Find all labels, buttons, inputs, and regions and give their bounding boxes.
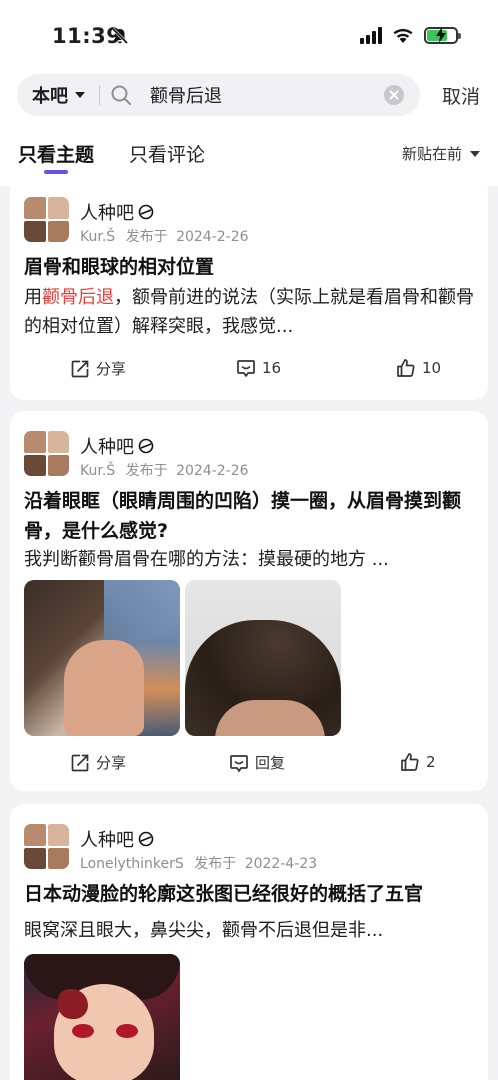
post-excerpt[interactable]: 用颧骨后退，额骨前进的说法（实际上就是看眉骨和颧骨的相对位置）解释突眼，我感觉.… [24, 283, 474, 341]
comment-icon [237, 360, 255, 377]
image-right-eye [116, 1024, 138, 1038]
forum-avatar[interactable] [24, 431, 69, 476]
battery-icon [424, 27, 461, 44]
excerpt-prefix: 用 [24, 287, 42, 308]
top-bar: 11:39 本吧 颧骨后退 取消 只看主题 只看评论 新贴在前 [0, 0, 498, 186]
tab-topics-only[interactable]: 只看主题 [18, 140, 94, 167]
bell-off-icon [111, 27, 129, 45]
forum-name[interactable]: 人种吧 [80, 199, 154, 225]
sort-label: 新贴在前 [401, 145, 462, 163]
search-divider [99, 85, 100, 105]
post-title[interactable]: 眉骨和眼球的相对位置 [24, 252, 474, 282]
post-title[interactable]: 沿着眼眶（眼睛周围的凹陷）摸一圈，从眉骨摸到颧骨，是什么感觉? [24, 486, 474, 546]
post-image[interactable] [185, 580, 341, 736]
image-scar [58, 989, 88, 1019]
post-card[interactable]: 人种吧 Kur.Š 发布于 2024-2-26 眉骨和眼球的相对位置 用颧骨后退… [10, 177, 488, 400]
posted-label: 发布于 [125, 463, 168, 479]
post-author[interactable]: Kur.Š [80, 229, 115, 245]
cancel-button[interactable]: 取消 [442, 82, 480, 109]
thumbs-up-icon [397, 359, 415, 377]
reply-label: 回复 [255, 754, 286, 772]
search-scope-label: 本吧 [32, 86, 68, 107]
image-left-eye [72, 1024, 94, 1038]
status-icons [360, 27, 461, 44]
wifi-icon [393, 28, 413, 43]
post-excerpt[interactable]: 眼窝深且眼大，鼻尖尖，颧骨不后退但是非... [24, 916, 474, 945]
like-count: 10 [422, 359, 442, 377]
post-excerpt[interactable]: 我判断颧骨眉骨在哪的方法：摸最硬的地方 ... [24, 545, 474, 574]
post-image[interactable] [24, 580, 180, 736]
share-label: 分享 [96, 754, 127, 772]
forum-avatar[interactable] [24, 824, 69, 869]
search-input[interactable]: 颧骨后退 [150, 82, 384, 108]
status-bar: 11:39 [0, 0, 498, 74]
post-author[interactable]: LonelythinkerS [80, 856, 184, 872]
forum-name[interactable]: 人种吧 [80, 826, 154, 852]
share-button[interactable]: 分享 [70, 752, 126, 773]
forum-name-label: 人种吧 [80, 437, 134, 458]
sort-dropdown[interactable]: 新贴在前 [402, 143, 480, 164]
clear-icon[interactable] [384, 85, 404, 105]
forum-level-icon [138, 204, 154, 220]
posted-label: 发布于 [125, 229, 168, 245]
forum-level-icon [138, 438, 154, 454]
search-icon [111, 85, 131, 105]
post-date: 2024-2-26 [176, 463, 249, 479]
post-card[interactable]: 人种吧 LonelythinkerS 发布于 2022-4-23 日本动漫脸的轮… [10, 804, 488, 1080]
search-highlight: 颧骨后退 [42, 287, 114, 308]
tab-comments-only[interactable]: 只看评论 [129, 140, 205, 167]
share-icon [71, 754, 89, 771]
forum-name[interactable]: 人种吧 [80, 433, 154, 459]
forum-level-icon [138, 831, 154, 847]
search-box[interactable]: 本吧 颧骨后退 [17, 74, 420, 116]
posted-label: 发布于 [194, 856, 237, 872]
post-meta: LonelythinkerS 发布于 2022-4-23 [80, 853, 317, 873]
forum-name-label: 人种吧 [80, 830, 134, 851]
forum-name-label: 人种吧 [80, 203, 134, 224]
like-button[interactable]: 10 [396, 358, 441, 378]
like-button[interactable]: 2 [400, 752, 436, 772]
caret-down-icon [75, 92, 85, 98]
thumbs-up-icon [401, 753, 419, 771]
post-title[interactable]: 日本动漫脸的轮廓这张图已经很好的概括了五官 [24, 879, 474, 909]
post-actions: 分享 回复 2 [10, 752, 488, 782]
post-images [24, 580, 341, 736]
reply-button[interactable]: 回复 [229, 752, 285, 773]
comment-count: 16 [262, 359, 282, 377]
share-icon [71, 360, 89, 377]
cellular-signal-icon [360, 27, 382, 44]
sort-caret-icon [470, 150, 480, 157]
post-meta: Kur.Š 发布于 2024-2-26 [80, 226, 249, 246]
forum-avatar[interactable] [24, 197, 69, 242]
charging-bolt-icon [436, 27, 446, 43]
comment-icon [230, 754, 248, 772]
share-button[interactable]: 分享 [70, 358, 126, 379]
post-actions: 分享 16 10 [10, 358, 488, 388]
post-meta: Kur.Š 发布于 2024-2-26 [80, 460, 249, 480]
search-row: 本吧 颧骨后退 取消 [0, 74, 498, 120]
post-card[interactable]: 人种吧 Kur.Š 发布于 2024-2-26 沿着眼眶（眼睛周围的凹陷）摸一圈… [10, 411, 488, 791]
image-hand [64, 640, 144, 736]
share-label: 分享 [96, 360, 127, 378]
search-scope-dropdown[interactable]: 本吧 [17, 82, 85, 108]
like-count: 2 [426, 753, 436, 771]
post-date: 2024-2-26 [176, 229, 249, 245]
post-author[interactable]: Kur.Š [80, 463, 115, 479]
post-image[interactable] [24, 954, 180, 1080]
post-date: 2022-4-23 [244, 856, 318, 872]
comment-button[interactable]: 16 [236, 358, 281, 378]
active-tab-indicator [44, 170, 68, 174]
